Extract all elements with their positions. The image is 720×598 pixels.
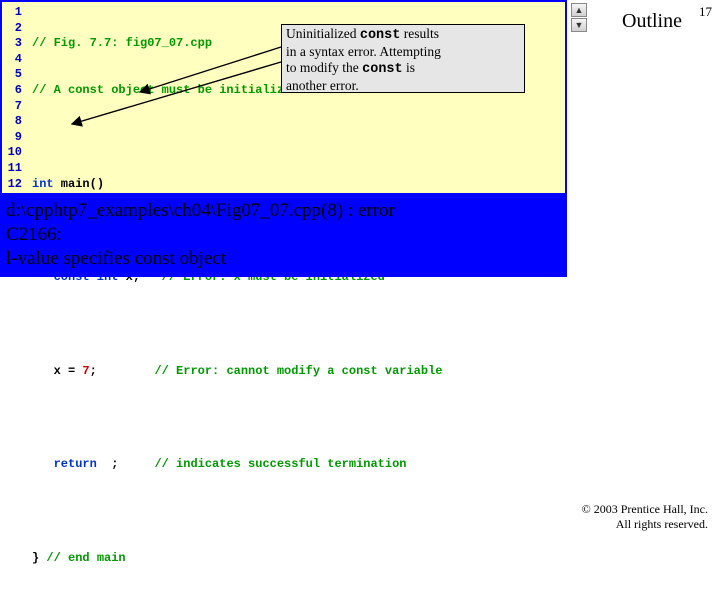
code-comment: // end main: [46, 551, 125, 565]
line-number: 1: [2, 5, 22, 21]
line-number: 10: [2, 145, 22, 161]
code-area: 1 2 3 4 5 6 7 8 9 10 11 12 // Fig. 7.7: …: [0, 0, 567, 195]
code-text: ;: [90, 364, 155, 378]
line-number: 12: [2, 177, 22, 193]
line-number: 5: [2, 67, 22, 83]
line-number: 2: [2, 21, 22, 37]
code-text: x =: [32, 364, 82, 378]
code-comment: // indicates successful termination: [154, 457, 406, 471]
copyright-line: © 2003 Prentice Hall, Inc.: [582, 502, 708, 517]
line-number: 9: [2, 130, 22, 146]
outline-label: Outline: [622, 10, 682, 33]
code-text: }: [32, 551, 46, 565]
code-keyword: int: [32, 177, 54, 191]
nav-up-button[interactable]: ▲: [571, 3, 587, 17]
error-line: l-value specifies const object: [6, 247, 561, 271]
callout-line: to modify the const is: [286, 60, 520, 78]
copyright-line: All rights reserved.: [582, 517, 708, 532]
code-blank: [32, 130, 561, 146]
line-number: 4: [2, 52, 22, 68]
code-keyword: return: [32, 457, 111, 471]
line-number: 3: [2, 36, 22, 52]
callout-line: Uninitialized const results: [286, 26, 520, 44]
code-text: [118, 457, 154, 471]
nav-down-button[interactable]: ▼: [571, 18, 587, 32]
line-number: 6: [2, 83, 22, 99]
callout-line: in a syntax error. Attempting: [286, 44, 520, 60]
code-listing: 1 2 3 4 5 6 7 8 9 10 11 12 // Fig. 7.7: …: [2, 2, 565, 193]
code-blank: [32, 504, 561, 520]
callout-box: Uninitialized const results in a syntax …: [281, 24, 525, 93]
code-comment: // A const object must be initialized: [32, 83, 298, 97]
code-text: main(): [54, 177, 104, 191]
nav-buttons: ▲ ▼: [571, 3, 587, 32]
code-literal: 7: [82, 364, 89, 378]
error-line: C2166:: [6, 223, 561, 247]
line-number: 11: [2, 161, 22, 177]
slide-number: 17: [699, 4, 712, 20]
compiler-error-block: d:\cpphtp7_examples\ch04\Fig07_07.cpp(8)…: [0, 195, 567, 277]
line-number: 7: [2, 99, 22, 115]
copyright: © 2003 Prentice Hall, Inc. All rights re…: [582, 502, 708, 532]
code-blank: [32, 317, 561, 333]
line-number: 8: [2, 114, 22, 130]
error-line: d:\cpphtp7_examples\ch04\Fig07_07.cpp(8)…: [6, 199, 561, 223]
line-number-gutter: 1 2 3 4 5 6 7 8 9 10 11 12: [2, 5, 22, 192]
code-comment: // Fig. 7.7: fig07_07.cpp: [32, 36, 212, 50]
code-blank: [32, 410, 561, 426]
callout-line: another error.: [286, 78, 520, 94]
code-comment: // Error: cannot modify a const variable: [154, 364, 442, 378]
